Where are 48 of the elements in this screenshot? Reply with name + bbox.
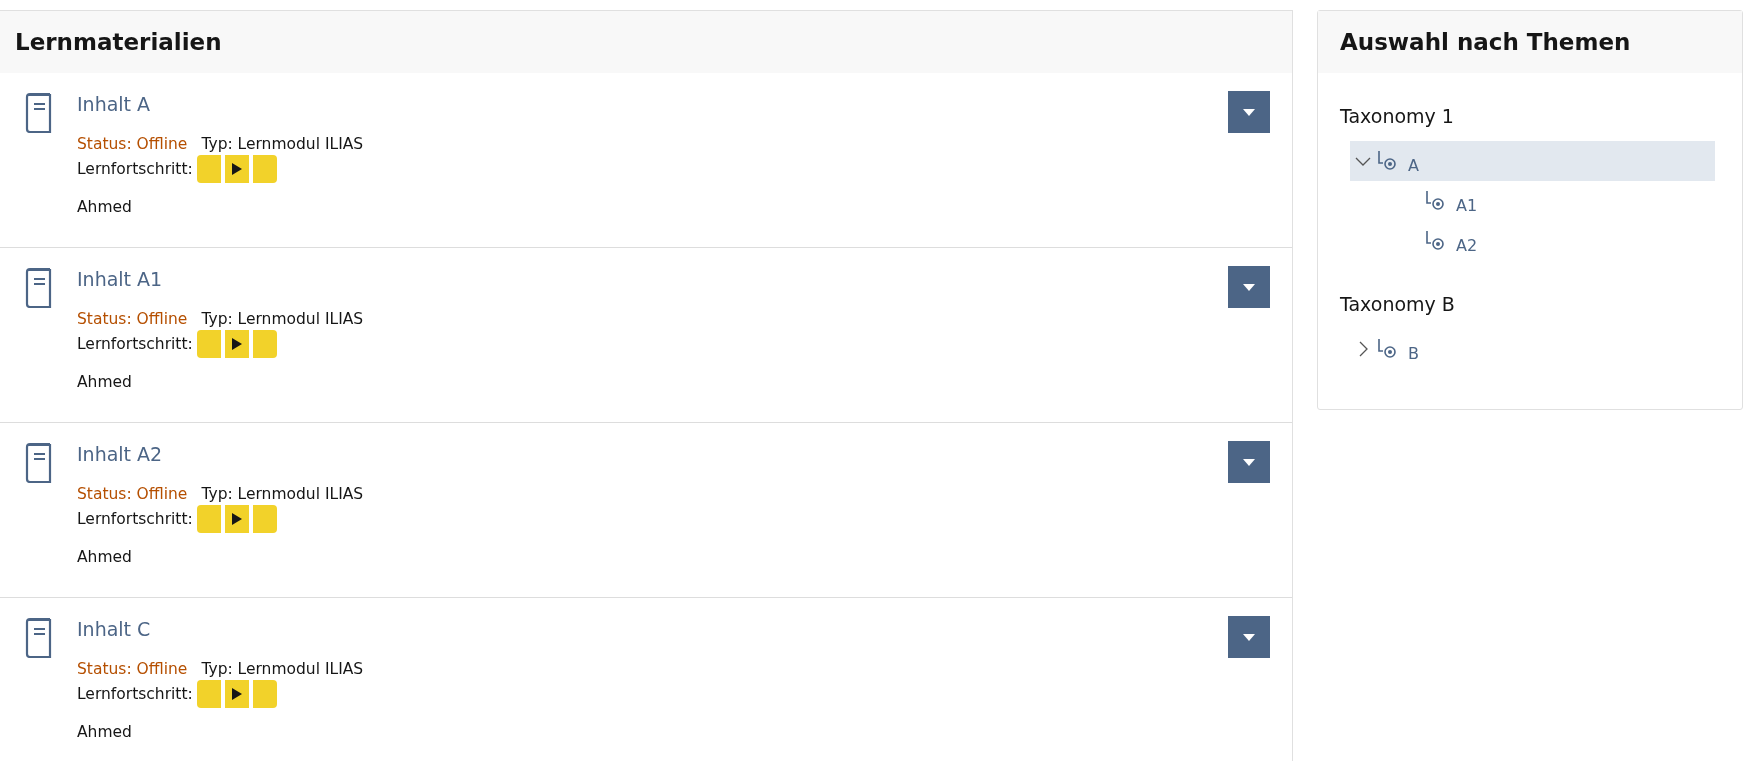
actions-dropdown-button[interactable] <box>1228 616 1270 658</box>
item-title-link[interactable]: Inhalt A2 <box>77 443 163 465</box>
status-text: Status: Offline <box>77 310 188 328</box>
progress-label: Lernfortschritt: <box>77 685 193 703</box>
book-icon <box>24 616 54 658</box>
progress-label: Lernfortschritt: <box>77 335 193 353</box>
actions-dropdown-button[interactable] <box>1228 441 1270 483</box>
taxonomy-node-icon <box>1376 338 1398 360</box>
book-icon <box>24 441 54 483</box>
item-title-link[interactable]: Inhalt C <box>77 618 151 640</box>
author-text: Ahmed <box>77 373 132 391</box>
caret-icon <box>1243 108 1255 116</box>
tree-node[interactable]: A <box>1350 141 1715 181</box>
item-title-link[interactable]: Inhalt A1 <box>77 268 163 290</box>
panel-title: Auswahl nach Themen <box>1318 11 1742 73</box>
taxonomy-node-icon <box>1376 150 1398 172</box>
tree-node[interactable]: A2 <box>1350 221 1715 261</box>
type-text: Typ: Lernmodul ILIAS <box>201 660 364 678</box>
taxonomy-title: Taxonomy B <box>1340 293 1456 315</box>
caret-icon <box>1243 633 1255 641</box>
play-icon <box>231 338 242 350</box>
actions-dropdown-button[interactable] <box>1228 91 1270 133</box>
play-icon <box>231 688 242 700</box>
progress-label: Lernfortschritt: <box>77 510 193 528</box>
status-text: Status: Offline <box>77 485 188 503</box>
author-text: Ahmed <box>77 548 132 566</box>
caret-icon <box>1243 283 1255 291</box>
type-text: Typ: Lernmodul ILIAS <box>201 485 364 503</box>
status-text: Status: Offline <box>77 135 188 153</box>
play-icon <box>231 513 242 525</box>
tree-node[interactable]: B <box>1350 329 1715 369</box>
taxonomy-title: Taxonomy 1 <box>1340 105 1455 127</box>
book-icon <box>24 91 54 133</box>
panel-title: Lernmaterialien <box>0 11 1292 73</box>
status-text: Status: Offline <box>77 660 188 678</box>
author-text: Ahmed <box>77 198 132 216</box>
book-icon <box>24 266 54 308</box>
taxonomy-node-icon <box>1424 190 1446 212</box>
author-text: Ahmed <box>77 723 132 741</box>
play-icon <box>231 163 242 175</box>
progress-label: Lernfortschritt: <box>77 160 193 178</box>
actions-dropdown-button[interactable] <box>1228 266 1270 308</box>
item-title-link[interactable]: Inhalt A <box>77 93 151 115</box>
type-text: Typ: Lernmodul ILIAS <box>201 135 364 153</box>
caret-icon <box>1243 458 1255 466</box>
taxonomy-node-icon <box>1424 230 1446 252</box>
tree-node[interactable]: A1 <box>1350 181 1715 221</box>
type-text: Typ: Lernmodul ILIAS <box>201 310 364 328</box>
